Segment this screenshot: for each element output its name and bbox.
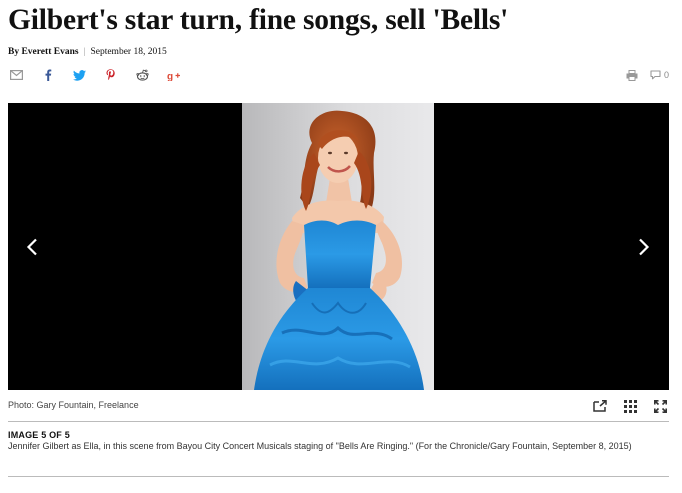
previous-image-button[interactable]	[17, 231, 47, 263]
google-plus-icon[interactable]: g	[166, 67, 182, 83]
svg-text:g: g	[167, 71, 173, 81]
chevron-left-icon	[26, 238, 37, 256]
comment-icon	[650, 70, 661, 80]
image-counter: IMAGE 5 OF 5	[8, 430, 70, 440]
comment-count: 0	[663, 70, 669, 80]
grid-icon[interactable]	[622, 398, 638, 414]
divider	[8, 421, 669, 422]
photo-gallery	[8, 103, 669, 390]
gallery-photo	[242, 103, 434, 390]
gallery-tools	[578, 398, 668, 414]
byline-separator: |	[83, 47, 86, 57]
comments-link[interactable]: 0	[650, 67, 669, 83]
print-icon[interactable]	[626, 67, 638, 83]
facebook-icon[interactable]	[40, 67, 56, 83]
image-caption: Jennifer Gilbert as Ella, in this scene …	[8, 441, 632, 451]
share-bar: g	[8, 67, 197, 83]
byline: By Everett Evans | September 18, 2015	[8, 47, 167, 57]
publish-date: September 18, 2015	[90, 47, 167, 57]
article-headline: Gilbert's star turn, fine songs, sell 'B…	[8, 4, 509, 36]
fullscreen-icon[interactable]	[652, 398, 668, 414]
pinterest-icon[interactable]	[103, 67, 119, 83]
twitter-icon[interactable]	[71, 67, 87, 83]
photo-credit: Photo: Gary Fountain, Freelance	[8, 400, 139, 410]
chevron-right-icon	[639, 238, 650, 256]
author-name[interactable]: By Everett Evans	[8, 47, 79, 57]
next-image-button[interactable]	[629, 231, 659, 263]
external-link-icon[interactable]	[592, 398, 608, 414]
article-tools: 0	[614, 67, 669, 83]
email-icon[interactable]	[8, 67, 24, 83]
reddit-icon[interactable]	[134, 67, 150, 83]
divider	[8, 476, 669, 477]
